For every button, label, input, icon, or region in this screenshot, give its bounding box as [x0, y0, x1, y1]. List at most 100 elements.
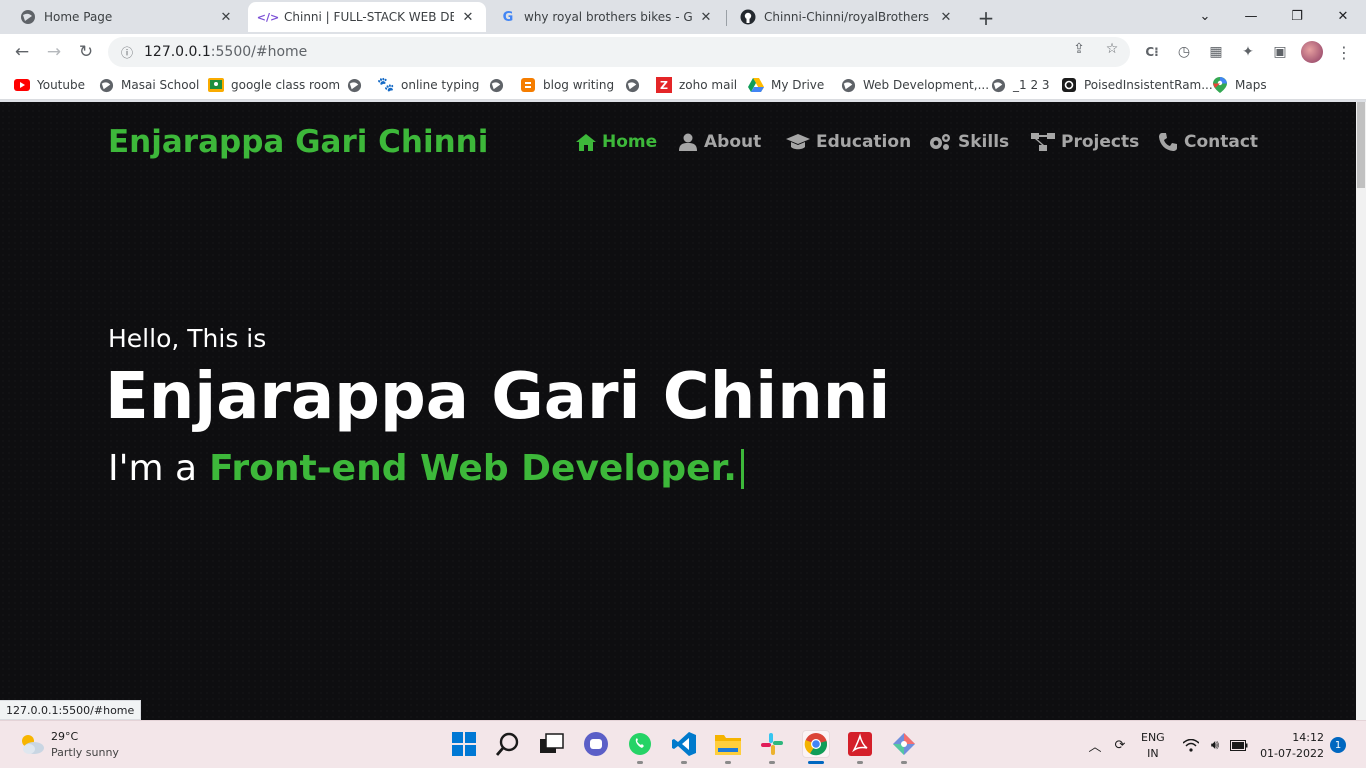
globe-icon	[840, 77, 856, 93]
avatar[interactable]	[1301, 41, 1323, 63]
extension-icon[interactable]: C⁝	[1142, 42, 1162, 62]
region-code: IN	[1147, 747, 1159, 760]
task-view-icon[interactable]	[538, 730, 566, 758]
language-indicator[interactable]: ENG IN	[1141, 730, 1165, 762]
close-tab-icon[interactable]: ✕	[460, 9, 476, 25]
bookmark-label: Web Development,...	[863, 78, 990, 92]
nav-about[interactable]: About	[678, 132, 761, 152]
battery-icon[interactable]	[1229, 735, 1249, 755]
home-icon	[576, 133, 596, 151]
bookmark-my-drive[interactable]: My Drive	[748, 76, 824, 94]
bookmark-google-classroom[interactable]: google class room	[208, 76, 340, 94]
puzzle-extensions-icon[interactable]: ✦	[1238, 42, 1258, 62]
scrollbar-thumb[interactable]	[1357, 102, 1365, 188]
forward-icon[interactable]: →	[40, 38, 68, 66]
close-tab-icon[interactable]: ✕	[698, 9, 714, 25]
address-bar[interactable]: ⓘ 127.0.0.1:5500/#home	[108, 37, 1130, 67]
slack-icon[interactable]	[758, 730, 786, 758]
notification-badge[interactable]: 1	[1330, 737, 1346, 753]
bookmark-online-typing[interactable]: 🐾 online typing	[377, 76, 479, 94]
windows-start-icon[interactable]	[450, 730, 478, 758]
nav-label: Home	[602, 132, 658, 152]
extension-timer-icon[interactable]: ◷	[1174, 42, 1194, 62]
search-icon[interactable]	[494, 730, 522, 758]
nav-label: About	[704, 132, 762, 152]
bookmark-youtube[interactable]: Youtube	[14, 76, 85, 94]
bookmark-zoho-mail[interactable]: Z zoho mail	[656, 76, 737, 94]
wifi-icon[interactable]	[1181, 735, 1201, 755]
vscode-icon[interactable]	[670, 730, 698, 758]
bookmark-globe-blank-3[interactable]	[624, 76, 647, 94]
weather-description[interactable]: Partly sunny	[51, 746, 119, 759]
chevron-up-icon[interactable]: ︿	[1085, 735, 1105, 755]
acrobat-icon[interactable]	[846, 730, 874, 758]
reload-icon[interactable]: ↻	[72, 38, 100, 66]
running-indicator	[857, 761, 863, 764]
extension-grid-icon[interactable]: ▦	[1206, 42, 1226, 62]
more-menu-icon[interactable]: ⋮	[1334, 42, 1354, 62]
tab-google-search[interactable]: G why royal brothers bikes - Googl ✕	[488, 2, 724, 32]
hero-name: Enjarappa Gari Chinni	[105, 360, 891, 434]
bookmark-label: PoisedInsistentRam...	[1084, 78, 1213, 92]
share-icon[interactable]: ⇪	[1070, 40, 1088, 58]
bookmark-replit[interactable]: PoisedInsistentRam...	[1061, 76, 1213, 94]
tab-home-page[interactable]: Home Page ✕	[8, 2, 244, 32]
windows-taskbar: 29°C Partly sunny ︿ ⟳ ENG IN 🔊︎ 14:12 01…	[0, 720, 1366, 768]
bookmark-label: Youtube	[37, 78, 85, 92]
tab-title: Chinni | FULL-STACK WEB DEVELO	[284, 10, 454, 24]
url-text: 127.0.0.1:5500/#home	[144, 44, 308, 60]
site-info-icon[interactable]: ⓘ	[118, 43, 136, 61]
nav-contact[interactable]: Contact	[1158, 132, 1258, 152]
bookmark-star-icon[interactable]: ☆	[1103, 40, 1121, 58]
bookmark-label: _1 2 3	[1013, 78, 1050, 92]
paw-icon: 🐾	[377, 77, 395, 93]
chrome-icon[interactable]	[802, 730, 830, 758]
tab-chinni[interactable]: </> Chinni | FULL-STACK WEB DEVELO ✕	[248, 2, 486, 32]
bookmark-maps[interactable]: Maps	[1212, 76, 1267, 94]
bookmark-masai-school[interactable]: Masai School	[98, 76, 199, 94]
minimize-icon[interactable]: —	[1228, 0, 1274, 32]
code-icon: </>	[256, 10, 280, 24]
teams-chat-icon[interactable]	[582, 730, 610, 758]
bookmark-label: Masai School	[121, 78, 200, 92]
site-brand[interactable]: Enjarappa Gari Chinni	[108, 124, 488, 160]
nav-projects[interactable]: Projects	[1031, 132, 1139, 152]
partly-sunny-icon[interactable]	[18, 733, 46, 755]
page-scrollbar[interactable]	[1356, 102, 1366, 720]
close-window-icon[interactable]: ✕	[1320, 0, 1366, 32]
back-icon[interactable]: ←	[8, 38, 36, 66]
bookmark-web-development[interactable]: Web Development,...	[840, 76, 989, 94]
side-panel-icon[interactable]: ▣	[1270, 42, 1290, 62]
weather-temperature[interactable]: 29°C	[51, 730, 78, 743]
file-explorer-icon[interactable]	[714, 730, 742, 758]
nav-skills[interactable]: Skills	[928, 132, 1009, 152]
project-diagram-icon	[1031, 133, 1055, 151]
bookmark-globe-blank[interactable]	[346, 76, 369, 94]
bookmark-label: zoho mail	[679, 78, 738, 92]
sync-icon[interactable]: ⟳	[1110, 735, 1130, 755]
system-clock[interactable]: 14:12 01-07-2022	[1258, 730, 1324, 762]
bookmark-globe-blank-2[interactable]	[488, 76, 511, 94]
bookmark-blog-writing[interactable]: blog writing	[520, 76, 614, 94]
maps-icon	[1212, 77, 1228, 93]
git-tool-icon[interactable]	[890, 730, 918, 758]
tab-title: Home Page	[44, 10, 113, 24]
bookmark-123[interactable]: _1 2 3	[990, 76, 1050, 94]
google-icon: G	[502, 9, 514, 25]
clock-date: 01-07-2022	[1260, 747, 1324, 760]
nav-home[interactable]: Home	[576, 132, 657, 152]
tab-title: why royal brothers bikes - Googl	[524, 10, 692, 24]
volume-icon[interactable]: 🔊︎	[1205, 735, 1225, 755]
tab-search-chevron-icon[interactable]: ⌄	[1182, 0, 1228, 32]
nav-education[interactable]: Education	[786, 132, 911, 152]
globe-icon	[990, 77, 1006, 93]
whatsapp-icon[interactable]	[626, 730, 654, 758]
tab-github[interactable]: Chinni-Chinni/royalBrothers ✕	[728, 2, 964, 32]
new-tab-button[interactable]: +	[972, 4, 1000, 32]
running-indicator	[681, 761, 687, 764]
restore-icon[interactable]: ❐	[1274, 0, 1320, 32]
globe-icon	[20, 9, 36, 25]
close-tab-icon[interactable]: ✕	[938, 9, 954, 25]
close-tab-icon[interactable]: ✕	[218, 9, 234, 25]
running-indicator	[637, 761, 643, 764]
